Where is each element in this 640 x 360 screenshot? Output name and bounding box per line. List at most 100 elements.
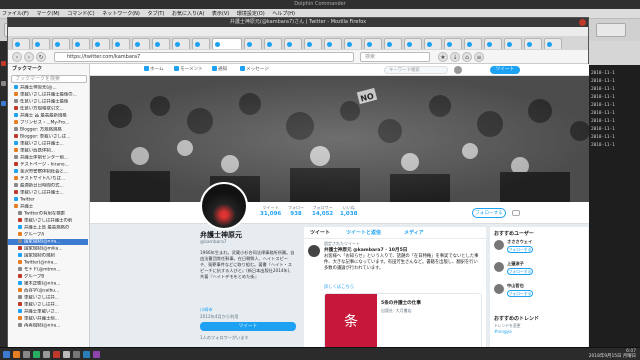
- bookmark-item[interactable]: 車載い弁護士前...: [8, 316, 88, 322]
- tweet-link[interactable]: 詳しくはこちら: [324, 284, 354, 290]
- terminal-icon[interactable]: [33, 351, 40, 358]
- bookmark-item[interactable]: 車載いさしば弁...: [8, 302, 88, 308]
- bookmark-icon[interactable]: ★: [438, 52, 448, 62]
- bookmark-item[interactable]: 車載いさしば弁...: [8, 295, 88, 301]
- browser-tab[interactable]: [52, 38, 70, 49]
- bookmark-item[interactable]: 車載いさしば弁護士...: [8, 141, 88, 147]
- stat-tweets[interactable]: ツイート 31,096: [260, 205, 281, 217]
- app-icon[interactable]: [73, 351, 80, 358]
- link-card[interactable]: 条 5条の弁護士の仕事 出版社: 大月書店: [324, 293, 482, 348]
- close-icon[interactable]: [579, 19, 586, 26]
- follow-button[interactable]: フォローする: [507, 246, 533, 253]
- browser-tab[interactable]: [12, 38, 30, 49]
- bookmark-item[interactable]: 車載いさしば弁護士の前: [8, 218, 88, 224]
- app-icon[interactable]: [93, 351, 100, 358]
- avatar[interactable]: [308, 245, 320, 257]
- nav-notifications[interactable]: 通知: [212, 66, 227, 74]
- bookmark-item[interactable]: 車載いさしば弁護士最後の...: [8, 92, 88, 98]
- clock[interactable]: 6:07 2018年9月15日 月曜日: [589, 349, 636, 359]
- browser-tab[interactable]: [364, 38, 382, 49]
- suggested-user-name[interactable]: 中山哲也: [507, 283, 524, 289]
- bookmark-item[interactable]: 国家規制(@nira...: [8, 239, 88, 245]
- bookmark-item[interactable]: 弁護士 品 最高最新規格: [8, 113, 88, 119]
- browser-tab[interactable]: [404, 38, 422, 49]
- file-manager-icon[interactable]: [23, 351, 30, 358]
- follow-button[interactable]: フォローする: [507, 268, 533, 275]
- trend-item[interactable]: #ningyo: [494, 329, 512, 334]
- browser-tab[interactable]: [424, 38, 442, 49]
- browser-tab[interactable]: [172, 38, 190, 49]
- browser-search-input[interactable]: 検索: [360, 52, 430, 62]
- browser-tab[interactable]: [324, 38, 342, 49]
- bookmark-item[interactable]: 弁護士神原元(@...: [8, 85, 88, 91]
- bookmark-item[interactable]: Twitter(@nira...: [8, 260, 88, 266]
- browser-tab[interactable]: [384, 38, 402, 49]
- profile-name[interactable]: 弁護士神原元: [200, 230, 242, 240]
- tab-media[interactable]: メディア: [404, 229, 424, 236]
- browser-tab[interactable]: [264, 38, 282, 49]
- tweet-to-button[interactable]: ツイート: [200, 322, 296, 331]
- avatar[interactable]: [494, 240, 504, 250]
- browser-tab[interactable]: [504, 38, 522, 49]
- start-menu-icon[interactable]: [3, 351, 10, 358]
- bookmark-item[interactable]: 最適新日日時間の式...: [8, 183, 88, 189]
- bookmark-item[interactable]: 国家規制(@mika...: [8, 246, 88, 252]
- browser-tab[interactable]: [484, 38, 502, 49]
- suggested-user-name[interactable]: さささウェイ: [507, 239, 532, 245]
- home-icon[interactable]: ⌂: [462, 52, 472, 62]
- app-icon[interactable]: [1, 101, 6, 106]
- bookmark-item[interactable]: Blogger: 車載いさしば...: [8, 134, 88, 140]
- url-bar[interactable]: https://twitter.com/kambara7: [54, 52, 354, 62]
- stat-followers[interactable]: フォロワー 14,052: [312, 205, 333, 217]
- bookmark-item[interactable]: 弁護士車載いさ...: [8, 309, 88, 315]
- bookmark-item[interactable]: 金沢市警察体制社会と...: [8, 169, 88, 175]
- app-icon[interactable]: [63, 351, 70, 358]
- forward-icon[interactable]: ›: [24, 52, 34, 62]
- browser-tab[interactable]: [152, 38, 170, 49]
- menu-icon[interactable]: ≡: [474, 52, 484, 62]
- bookmark-item[interactable]: 再再規制(@nira...: [8, 323, 88, 329]
- tab-tweets[interactable]: ツイート: [310, 229, 330, 236]
- browser-tab[interactable]: [32, 38, 50, 49]
- avatar[interactable]: [454, 66, 462, 74]
- browser-tab-active[interactable]: [212, 38, 242, 49]
- reload-icon[interactable]: ↻: [36, 52, 46, 62]
- bookmark-item[interactable]: Twitter: [8, 197, 88, 203]
- bookmark-item[interactable]: グループA: [8, 232, 88, 238]
- stat-likes[interactable]: いいね 1,038: [340, 205, 357, 217]
- follow-button[interactable]: フォローする: [507, 290, 533, 297]
- bookmark-item[interactable]: グループB: [8, 274, 88, 280]
- dolphin-tab[interactable]: [596, 23, 626, 37]
- tweet-author[interactable]: 弁護士神原元 @kambara7 · 10月5日: [324, 247, 407, 253]
- browser-tab[interactable]: [544, 38, 562, 49]
- stat-following[interactable]: フォロー 938: [288, 205, 304, 217]
- browser-tab[interactable]: [112, 38, 130, 49]
- browser-tab[interactable]: [344, 38, 362, 49]
- bookmark-item[interactable]: 弁護士体制センター前...: [8, 155, 88, 161]
- more-options-icon[interactable]: [512, 210, 520, 216]
- bookmark-item[interactable]: ブリンセス・...My-Fro...: [8, 120, 88, 126]
- app-icon[interactable]: [53, 351, 60, 358]
- bookmark-item[interactable]: 西谷学(@saibu...: [8, 288, 88, 294]
- browser-tab[interactable]: [72, 38, 90, 49]
- app-icon[interactable]: [83, 351, 90, 358]
- avatar[interactable]: [494, 262, 504, 272]
- followers-you-know[interactable]: 1人のフォロワーがいます: [200, 335, 249, 341]
- bookmark-search-input[interactable]: ブックマークを検索: [11, 75, 87, 83]
- browser-tab[interactable]: [464, 38, 482, 49]
- browser-tab[interactable]: [92, 38, 110, 49]
- bookmark-item[interactable]: 任意い方規格取引文...: [8, 106, 88, 112]
- browser-tab[interactable]: [524, 38, 542, 49]
- back-icon[interactable]: ‹: [12, 52, 22, 62]
- firefox-icon[interactable]: [13, 351, 20, 358]
- nav-home[interactable]: ホーム: [144, 66, 164, 74]
- bookmark-item[interactable]: Twitterの有用な検索: [8, 211, 88, 217]
- bookmark-item[interactable]: 車載いさしば弁護士...: [8, 190, 88, 196]
- bookmark-item[interactable]: テストサイト/いちば...: [8, 176, 88, 182]
- bookmark-item[interactable]: 弁護士: [8, 204, 88, 210]
- bookmark-item[interactable]: 任意いさしば弁護士最後: [8, 99, 88, 105]
- bookmark-item[interactable]: 車載い西鉄体制...: [8, 148, 88, 154]
- bookmark-item[interactable]: 猪木正樹(@nira...: [8, 281, 88, 287]
- twitter-search-input[interactable]: キーワード検索: [384, 66, 448, 74]
- app-icon[interactable]: [1, 61, 6, 66]
